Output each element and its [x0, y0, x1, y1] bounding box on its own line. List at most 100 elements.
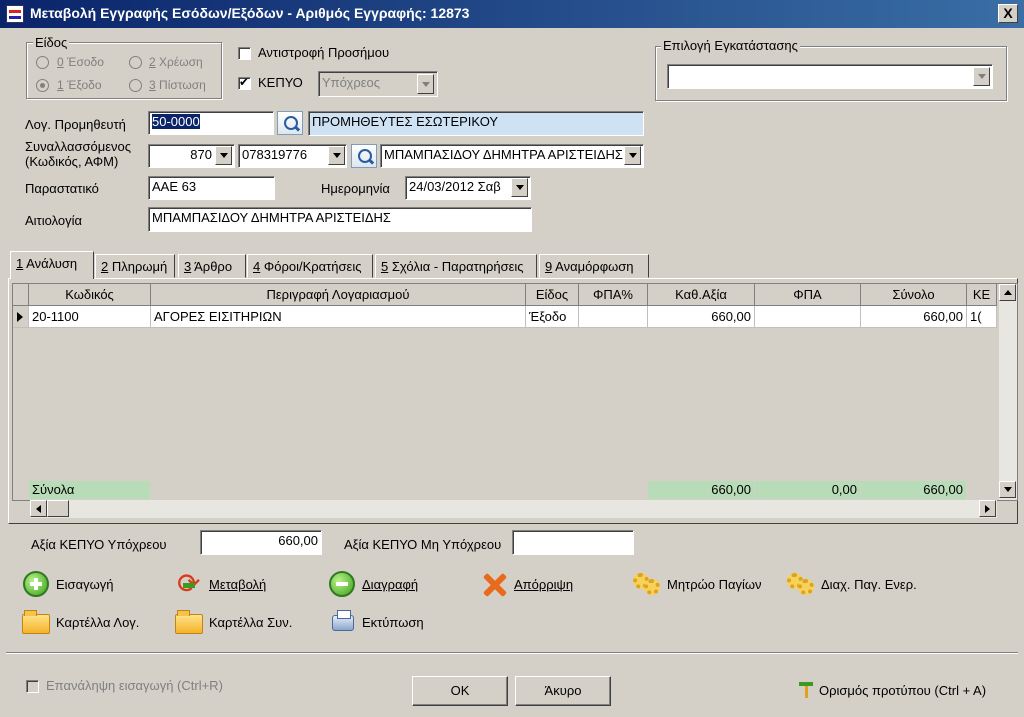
counterparty-search-button[interactable]: [351, 144, 377, 168]
column-header[interactable]: ΚΕ: [967, 284, 997, 306]
radio-credit[interactable]: [129, 79, 142, 92]
set-template-button[interactable]: Ορισμός προτύπου (Ctrl + A): [797, 680, 986, 700]
kepyo-liable-input[interactable]: 660,00: [200, 530, 322, 555]
asset-manage-button[interactable]: Διαχ. Παγ. Ενερ.: [787, 571, 917, 597]
kepyo-dropdown-button[interactable]: [417, 74, 434, 94]
reverse-sign-checkbox[interactable]: [238, 47, 251, 60]
document-label: Παραστατικό: [25, 181, 99, 196]
date-label: Ημερομηνία: [321, 181, 390, 196]
counterparty-name-value: ΜΠΑΜΠΑΣΙΔΟΥ ΔΗΜΗΤΡΑ ΑΡΙΣΤΕΙΔΗΣ: [384, 147, 623, 162]
print-button[interactable]: Εκτύπωση: [328, 609, 424, 635]
radio-expense[interactable]: [36, 79, 49, 92]
printer-icon: [328, 609, 356, 635]
reverse-sign-label: Αντιστροφή Προσήμου: [258, 45, 390, 60]
counterparty-label: Συναλλασσόμενος (Κωδικός, ΑΦΜ): [25, 139, 131, 169]
add-icon: [22, 571, 50, 597]
print-label: Εκτύπωση: [362, 614, 424, 630]
reject-label: Απόρριψη: [514, 576, 574, 592]
document-value: ΑΑΕ 63: [152, 179, 197, 194]
refresh-icon: [175, 567, 203, 600]
asset-registry-label: Μητρώο Παγίων: [667, 576, 762, 592]
table-cell[interactable]: 660,00: [861, 306, 967, 328]
tab-taxes[interactable]: 4 Φόροι/Κρατήσεις: [247, 254, 373, 278]
scroll-left-button[interactable]: [30, 500, 47, 517]
delete-button[interactable]: Διαγραφή: [328, 571, 418, 597]
tab-analysis[interactable]: 1 Ανάλυση: [10, 251, 94, 279]
column-header[interactable]: Περιγραφή Λογαριασμού: [151, 284, 526, 306]
radio-debit-label: 2 Χρέωση: [149, 55, 203, 69]
ok-button[interactable]: OK: [412, 676, 508, 706]
reject-x-icon: [480, 571, 508, 597]
scroll-up-button[interactable]: [999, 284, 1016, 301]
date-picker-button[interactable]: [511, 178, 528, 197]
totals-total: 660,00: [861, 481, 967, 499]
supplier-search-button[interactable]: [277, 111, 303, 135]
scroll-right-button[interactable]: [979, 500, 996, 517]
supplier-name-field: ΠΡΟΜΗΘΕΥΤΕΣ ΕΣΩΤΕΡΙΚΟΥ: [308, 111, 644, 136]
reject-button[interactable]: Απόρριψη: [480, 571, 573, 597]
tab-comments[interactable]: 5 Σχόλια - Παρατηρήσεις: [375, 254, 537, 278]
asset-registry-button[interactable]: Μητρώο Παγίων: [633, 571, 762, 597]
table-cell[interactable]: 660,00: [648, 306, 755, 328]
account-card-button[interactable]: Καρτέλλα Λογ.: [22, 609, 139, 635]
modify-button[interactable]: Μεταβολή: [175, 567, 266, 600]
table-cell[interactable]: [755, 306, 861, 328]
kepyo-non-liable-label: Αξία ΚΕΠΥΟ Μη Υπόχρεου: [344, 537, 502, 552]
row-indicator[interactable]: [13, 306, 29, 328]
tab-reform[interactable]: 9 Αναμόρφωση: [539, 254, 649, 278]
close-button[interactable]: X: [998, 4, 1018, 23]
horizontal-scrollbar[interactable]: [30, 500, 997, 518]
column-header[interactable]: Σύνολο: [861, 284, 967, 306]
scroll-down-button[interactable]: [999, 481, 1016, 498]
tab-payment[interactable]: 2 Πληρωμή: [95, 254, 175, 278]
repeat-insert-label: Επανάληψη εισαγωγή (Ctrl+R): [46, 678, 223, 693]
counterparty-afm-dropdown[interactable]: [328, 146, 345, 165]
supplier-code-input[interactable]: 50-0000: [148, 111, 274, 135]
window-title: Μεταβολή Εγγραφής Εσόδων/Εξόδων - Αριθμό…: [30, 5, 470, 21]
table-cell[interactable]: 20-1100: [29, 306, 151, 328]
kepyo-non-liable-input[interactable]: [512, 530, 634, 555]
column-header[interactable]: ΦΠΑ%: [579, 284, 648, 306]
kepyo-select-value: Υπόχρεος: [322, 75, 381, 90]
column-header[interactable]: Κωδικός: [29, 284, 151, 306]
party-card-button[interactable]: Καρτέλλα Συν.: [175, 609, 292, 635]
table-cell[interactable]: Έξοδο: [526, 306, 579, 328]
radio-debit[interactable]: [129, 56, 142, 69]
counterparty-code-value: 870: [190, 147, 212, 162]
table-cell[interactable]: [579, 306, 648, 328]
remove-icon: [328, 571, 356, 597]
radio-income[interactable]: [36, 56, 49, 69]
totals-net: 660,00: [648, 481, 755, 499]
totals-vat: 0,00: [755, 481, 861, 499]
kepyo-liable-label: Αξία ΚΕΠΥΟ Υπόχρεου: [31, 537, 167, 552]
folder-icon: [175, 609, 203, 635]
title-bar: Μεταβολή Εγγραφής Εσόδων/Εξόδων - Αριθμό…: [0, 0, 1024, 28]
counterparty-label-line1: Συναλλασσόμενος: [25, 139, 132, 154]
column-header[interactable]: Είδος: [526, 284, 579, 306]
insert-label: Εισαγωγή: [56, 576, 114, 592]
insert-button[interactable]: Εισαγωγή: [22, 571, 113, 597]
kepyo-checkbox[interactable]: [238, 75, 251, 90]
tab-article[interactable]: 3 Άρθρο: [178, 254, 246, 278]
radio-credit-label: 3 Πίστωση: [149, 78, 206, 92]
counterparty-name-dropdown[interactable]: [624, 146, 641, 165]
analysis-grid[interactable]: Κωδικός Περιγραφή Λογαριασμού Είδος ΦΠΑ%…: [12, 283, 1018, 501]
eidos-legend: Είδος: [33, 35, 70, 50]
justification-input[interactable]: ΜΠΑΜΠΑΣΙΔΟΥ ΔΗΜΗΤΡΑ ΑΡΙΣΤΕΙΔΗΣ: [148, 207, 532, 232]
pin-icon: [797, 680, 815, 700]
column-header[interactable]: Καθ.Αξία: [648, 284, 755, 306]
cancel-button[interactable]: Άκυρο: [515, 676, 611, 706]
counterparty-name-field[interactable]: ΜΠΑΜΠΑΣΙΔΟΥ ΔΗΜΗΤΡΑ ΑΡΙΣΤΕΙΔΗΣ: [380, 144, 644, 168]
repeat-insert-checkbox[interactable]: [26, 680, 39, 693]
installation-select[interactable]: [667, 64, 993, 89]
table-cell[interactable]: ΑΓΟΡΕΣ ΕΙΣΙΤΗΡΙΩΝ: [151, 306, 526, 328]
scroll-thumb[interactable]: [47, 500, 69, 517]
document-input[interactable]: ΑΑΕ 63: [148, 176, 275, 200]
counterparty-code-dropdown[interactable]: [215, 146, 232, 165]
folder-icon: [22, 609, 50, 635]
vertical-scrollbar[interactable]: [999, 284, 1017, 500]
column-header[interactable]: ΦΠΑ: [755, 284, 861, 306]
table-cell[interactable]: 1(: [967, 306, 997, 328]
justification-value: ΜΠΑΜΠΑΣΙΔΟΥ ΔΗΜΗΤΡΑ ΑΡΙΣΤΕΙΔΗΣ: [152, 210, 391, 225]
installation-dropdown-button[interactable]: [973, 67, 990, 86]
